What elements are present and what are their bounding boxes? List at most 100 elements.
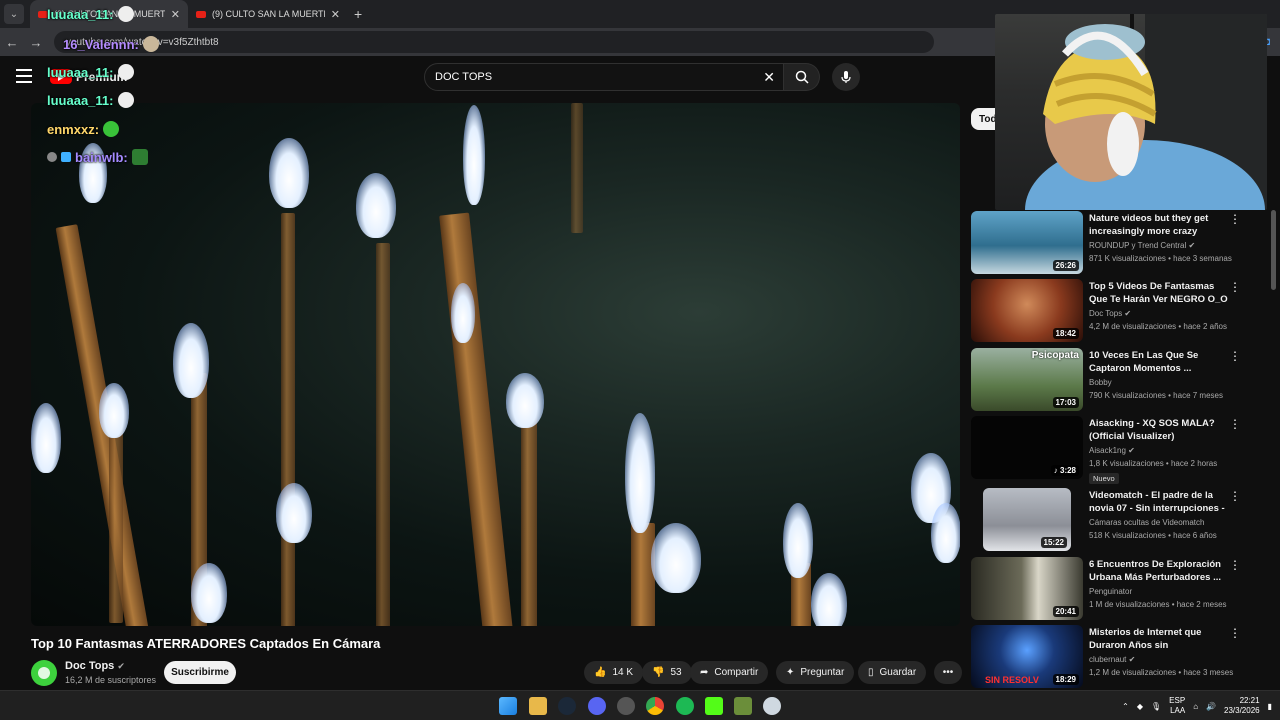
recommendation-title[interactable]: 10 Veces En Las Que Se Captaron Momentos… [1089, 349, 1229, 375]
share-button[interactable]: ➦ Compartir [690, 661, 769, 684]
spotify-icon[interactable] [676, 697, 694, 715]
more-options-icon[interactable]: ⋮ [1229, 626, 1241, 640]
recommendation-item[interactable]: 15:22 Videomatch - El padre de la novia … [971, 488, 1271, 552]
subscribe-button[interactable]: Suscribirme [164, 661, 236, 684]
video-thumbnail[interactable]: 18:42 [971, 279, 1083, 342]
recommendation-item[interactable]: SIN RESOLV 18:29 Misterios de Internet q… [971, 625, 1271, 689]
more-options-icon[interactable]: ⋮ [1229, 417, 1241, 431]
video-thumbnail[interactable]: Psicopata 17:03 [971, 348, 1083, 411]
back-arrow-icon[interactable]: ← [0, 35, 24, 50]
save-button[interactable]: ▯ Guardar [858, 661, 927, 684]
recommendation-item[interactable]: 18:42 Top 5 Videos De Fantasmas Que Te H… [971, 279, 1271, 343]
channel-avatar[interactable] [31, 660, 57, 686]
security-icon[interactable]: ◆ [1137, 702, 1143, 711]
volume-icon[interactable]: 🔊 [1206, 702, 1216, 711]
ask-label: Preguntar [800, 667, 845, 678]
recommendation-channel[interactable]: Cámaras ocultas de Videomatch [1089, 518, 1204, 527]
recommendation-title[interactable]: Aisacking - XQ SOS MALA? (Official Visua… [1089, 417, 1229, 443]
windows-taskbar: ⌃ ◆ 🎙 ESP LAA ⌂ 🔊 22:21 23/3/2026 ▮ [0, 690, 1280, 720]
cat-emote-icon [142, 36, 159, 52]
like-button[interactable]: 👍 14 K [584, 661, 644, 684]
recommendation-meta: 1,8 K visualizaciones • hace 2 horas [1089, 459, 1218, 468]
close-tab-icon[interactable]: ✕ [171, 8, 180, 21]
search-button[interactable] [784, 63, 820, 91]
recommendation-channel[interactable]: clubernaut ✔ [1089, 655, 1135, 664]
browser-tab[interactable]: (9) CULTO SAN LA MUERTE - Yo ✕ [188, 0, 348, 28]
channel-name[interactable]: Doc Tops ✔ [65, 660, 125, 672]
verified-icon: ✔ [117, 661, 125, 671]
recommendation-meta: 518 K visualizaciones • hace 6 años [1089, 531, 1217, 540]
obs-icon[interactable] [617, 697, 635, 715]
recommendation-item[interactable]: ♪ 3:28 Aisacking - XQ SOS MALA? (Officia… [971, 416, 1271, 484]
language-indicator[interactable]: ESP LAA [1169, 696, 1185, 716]
chrome-icon[interactable] [646, 697, 664, 715]
url-field[interactable]: youtube.com/watch?v=v3f5Zthtbt8 [54, 31, 934, 53]
chat-message: luuaaa_11: [47, 64, 134, 80]
dislike-count: 53 [670, 667, 682, 678]
recommendation-channel[interactable]: Penguinator [1089, 587, 1132, 596]
video-player[interactable] [31, 103, 960, 626]
skull-emote-icon [117, 64, 134, 80]
video-thumbnail[interactable]: SIN RESOLV 18:29 [971, 625, 1083, 688]
more-options-icon[interactable]: ⋮ [1229, 349, 1241, 363]
more-options-icon[interactable]: ⋮ [1229, 212, 1241, 226]
recommendation-title[interactable]: Top 5 Videos De Fantasmas Que Te Harán V… [1089, 280, 1229, 306]
recommendation-meta: 1,2 M de visualizaciones • hace 3 meses [1089, 668, 1234, 677]
thumbs-up-icon: 👍 [594, 667, 607, 678]
voice-search-button[interactable] [832, 63, 860, 91]
recommendation-meta: 4,2 M de visualizaciones • hace 2 años [1089, 322, 1227, 331]
more-options-icon[interactable]: ⋮ [1229, 489, 1241, 503]
chat-message: 16_Valennn: [63, 36, 159, 52]
kick-icon[interactable] [705, 697, 723, 715]
recommendation-channel[interactable]: Doc Tops ✔ [1089, 309, 1131, 318]
chat-message: luuaaa_11: [47, 92, 134, 108]
more-options-icon[interactable]: ⋮ [1229, 558, 1241, 572]
recommendation-title[interactable]: 6 Encuentros De Exploración Urbana Más P… [1089, 558, 1229, 584]
recommendation-title[interactable]: Misterios de Internet que Duraron Años s… [1089, 626, 1229, 652]
minecraft-icon[interactable] [734, 697, 752, 715]
more-actions-button[interactable]: ••• [934, 661, 962, 684]
duration-badge: 15:22 [1040, 537, 1067, 548]
microphone-tray-icon[interactable]: 🎙 [1151, 702, 1161, 711]
discord-icon[interactable] [588, 697, 606, 715]
video-thumbnail[interactable]: 26:26 [971, 211, 1083, 274]
video-thumbnail[interactable]: ♪ 3:28 [971, 416, 1083, 479]
recommendation-meta: 1 M de visualizaciones • hace 2 meses [1089, 600, 1227, 609]
start-icon[interactable] [499, 697, 517, 715]
search-input[interactable]: DOC TOPS ✕ [424, 63, 784, 91]
forward-arrow-icon[interactable]: → [24, 35, 48, 50]
video-thumbnail[interactable]: 15:22 [983, 488, 1071, 551]
ask-button[interactable]: ✦ Preguntar [776, 661, 855, 684]
network-icon[interactable]: ⌂ [1193, 702, 1198, 711]
recommendation-item[interactable]: 26:26 Nature videos but they get increas… [971, 211, 1271, 275]
menu-icon[interactable] [16, 69, 32, 83]
recommendation-channel[interactable]: Aisack1ng ✔ [1089, 446, 1135, 455]
video-thumbnail[interactable]: 20:41 [971, 557, 1083, 620]
recommendation-item[interactable]: Psicopata 17:03 10 Veces En Las Que Se C… [971, 348, 1271, 412]
chevron-up-icon[interactable]: ⌃ [1122, 702, 1129, 711]
dislike-button[interactable]: 👎 53 [642, 661, 692, 684]
recommendation-title[interactable]: Nature videos but they get increasingly … [1089, 212, 1229, 238]
app-icon[interactable] [763, 697, 781, 715]
badge-icon [47, 152, 57, 162]
microphone-icon [841, 71, 851, 83]
new-tab-button[interactable]: + [354, 6, 362, 22]
steam-icon[interactable] [558, 697, 576, 715]
recommendation-channel[interactable]: ROUNDUP y Trend Central ✔ [1089, 241, 1195, 250]
notification-icon[interactable]: ▮ [1268, 702, 1272, 711]
recommendation-title[interactable]: Videomatch - El padre de la novia 07 - S… [1089, 489, 1229, 515]
tab-search-button[interactable]: ⌄ [4, 4, 24, 24]
clock[interactable]: 22:21 23/3/2026 [1224, 696, 1260, 716]
sidebar-scrollbar[interactable] [1271, 210, 1276, 290]
green-emote-icon [103, 121, 120, 137]
search-icon [795, 70, 809, 84]
clear-search-icon[interactable]: ✕ [763, 69, 775, 86]
file-explorer-icon[interactable] [529, 697, 547, 715]
search-query: DOC TOPS [435, 71, 493, 83]
recommendation-item[interactable]: 20:41 6 Encuentros De Exploración Urbana… [971, 557, 1271, 621]
chat-message: luuaaa_11: [47, 6, 134, 22]
more-options-icon[interactable]: ⋮ [1229, 280, 1241, 294]
close-tab-icon[interactable]: ✕ [331, 8, 340, 21]
skull-emote-icon [117, 92, 134, 108]
recommendation-channel[interactable]: Bobby [1089, 378, 1112, 387]
